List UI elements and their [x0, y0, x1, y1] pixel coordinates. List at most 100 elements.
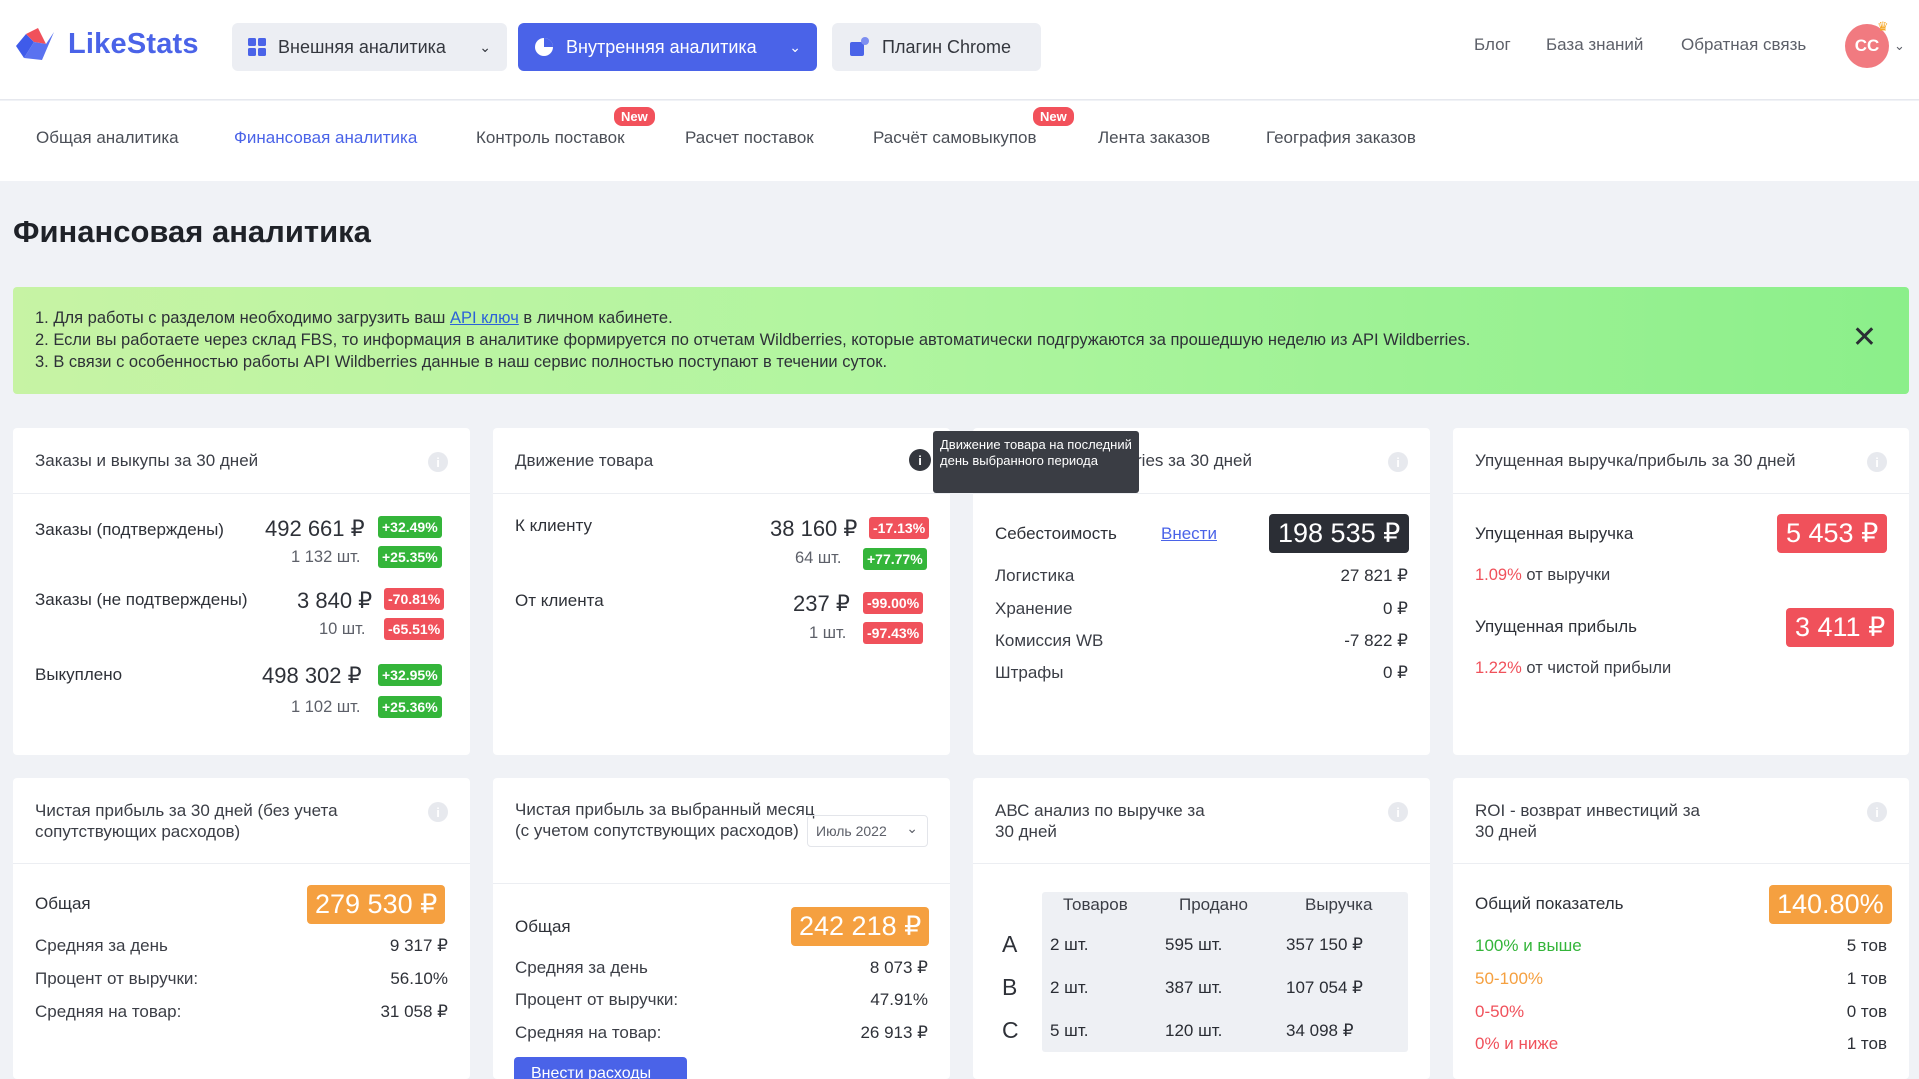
change-badge: -97.43% — [863, 622, 924, 644]
grid-icon — [248, 38, 266, 56]
pie-chart-icon — [535, 38, 553, 56]
info-icon[interactable]: i — [428, 452, 448, 472]
lost-revenue-pct: 1.09% — [1475, 566, 1522, 584]
page-title: Финансовая аналитика — [13, 214, 371, 249]
net-total-label: Общая — [35, 894, 91, 913]
chevron-down-icon[interactable]: ⌄ — [1894, 38, 1905, 54]
info-icon[interactable]: i — [909, 449, 931, 471]
crown-icon: ♛ — [1877, 19, 1889, 34]
net-total-value: 279 530 ₽ — [307, 885, 446, 924]
info-icon[interactable]: i — [1388, 802, 1408, 822]
banner-line-1: 1. Для работы с разделом необходимо загр… — [35, 307, 1887, 329]
from-client-amount: 237 ₽ — [793, 591, 850, 616]
pct-of-revenue-value: 56.10% — [390, 969, 448, 988]
storage-value: 0 ₽ — [1383, 599, 1408, 618]
card-title-text: ROI - возврат инвестиций за 30 дней — [1475, 801, 1700, 841]
month-total-value: 242 218 ₽ — [791, 907, 930, 946]
banner-line-3: 3. В связи с особенностью работы API Wil… — [35, 353, 888, 371]
chevron-down-icon: ⌄ — [789, 38, 801, 55]
api-key-link[interactable]: API ключ — [450, 309, 519, 327]
info-icon[interactable]: i — [1867, 802, 1887, 822]
banner-text: в личном кабинете. — [518, 309, 673, 327]
roi-50-100-label: 50-100% — [1475, 969, 1544, 988]
nav-chrome-plugin[interactable]: Плагин Chrome — [832, 23, 1041, 71]
info-icon[interactable]: i — [1388, 452, 1408, 472]
abc-header-revenue: Выручка — [1305, 895, 1373, 914]
change-badge: +25.35% — [378, 546, 442, 568]
nav-internal-analytics[interactable]: Внутренняя аналитика ⌄ — [518, 23, 817, 71]
roi-50-100-value: 1 тов — [1846, 969, 1887, 988]
cost-value: 198 535 ₽ — [1269, 514, 1410, 553]
avg-per-day-label: Средняя за день — [515, 958, 648, 977]
avg-per-day-label: Средняя за день — [35, 936, 168, 955]
card-title: АВС анализ по выручке за 30 дней i — [973, 778, 1430, 864]
change-badge: +77.77% — [863, 548, 927, 570]
cost-label: Себестоимость — [995, 524, 1117, 543]
change-badge: -99.00% — [863, 592, 924, 614]
avg-per-item-value: 31 058 ₽ — [380, 1002, 448, 1021]
close-icon[interactable]: ✕ — [1852, 323, 1877, 353]
logo[interactable]: LikeStats — [12, 24, 199, 64]
to-client-amount: 38 160 ₽ — [770, 516, 858, 541]
chevron-down-icon: ⌄ — [906, 820, 918, 836]
tab-general-analytics[interactable]: Общая аналитика — [36, 128, 179, 148]
lost-revenue-pct-text: от выручки — [1526, 566, 1611, 584]
avg-per-day-value: 8 073 ₽ — [869, 958, 928, 977]
orders-confirmed-qty: 1 132 шт. — [291, 548, 361, 566]
month-total-label: Общая — [515, 917, 571, 936]
month-select[interactable]: Июль 2022 ⌄ — [807, 815, 928, 847]
from-client-label: От клиента — [515, 591, 604, 610]
info-icon[interactable]: i — [1867, 452, 1887, 472]
card-title-text: Чистая прибыль за 30 дней (без учета соп… — [35, 801, 338, 841]
logistics-value: 27 821 ₽ — [1340, 566, 1408, 585]
abc-class-b: B — [1002, 974, 1018, 1000]
tab-self-purchase-calculation[interactable]: Расчёт самовыкупов — [873, 128, 1037, 148]
orders-confirmed-amount: 492 661 ₽ — [265, 516, 365, 541]
bought-amount: 498 302 ₽ — [262, 663, 362, 688]
avg-per-day-value: 9 317 ₽ — [389, 936, 448, 955]
nav-external-label: Внешняя аналитика — [278, 36, 446, 57]
tab-order-feed[interactable]: Лента заказов — [1098, 128, 1210, 148]
link-feedback[interactable]: Обратная связь — [1681, 35, 1806, 55]
commission-value: -7 822 ₽ — [1344, 631, 1408, 650]
orders-confirmed-label: Заказы (подтверждены) — [35, 520, 224, 539]
tab-financial-analytics[interactable]: Финансовая аналитика — [234, 128, 417, 148]
link-knowledge-base[interactable]: База знаний — [1546, 35, 1643, 55]
change-badge: +25.36% — [378, 696, 442, 718]
info-icon[interactable]: i — [428, 802, 448, 822]
lost-revenue-pct-line: 1.09% от выручки — [1475, 566, 1610, 585]
enter-cost-link[interactable]: Внести — [1161, 524, 1217, 544]
tab-supply-calculation[interactable]: Расчет поставок — [685, 128, 814, 148]
change-badge: -17.13% — [869, 517, 930, 539]
abc-header-sold: Продано — [1179, 895, 1248, 914]
lost-revenue-label: Упущенная выручка — [1475, 524, 1634, 543]
puzzle-icon — [850, 37, 869, 56]
enter-expenses-button[interactable]: Внести расходы — [514, 1057, 687, 1079]
new-badge: New — [614, 107, 655, 126]
lost-revenue-value: 5 453 ₽ — [1777, 514, 1888, 553]
roi-below-0-value: 1 тов — [1846, 1034, 1887, 1053]
movement-card: Движение товара К клиенту 38 160 ₽ -17.1… — [493, 428, 950, 755]
roi-total-value: 140.80% — [1769, 885, 1892, 924]
roi-0-50-value: 0 тов — [1846, 1002, 1887, 1021]
change-badge: +32.95% — [378, 664, 442, 686]
roi-100-label: 100% и выше — [1475, 936, 1582, 955]
card-title: Заказы и выкупы за 30 дней i — [13, 428, 470, 494]
roi-total-label: Общий показатель — [1475, 894, 1624, 913]
tab-supply-control[interactable]: Контроль поставок — [476, 128, 625, 148]
lost-profit-pct: 1.22% — [1475, 659, 1522, 677]
link-blog[interactable]: Блог — [1474, 35, 1511, 55]
card-title: ROI - возврат инвестиций за 30 дней i — [1453, 778, 1909, 864]
lost-profit-label: Упущенная прибыль — [1475, 617, 1638, 636]
commission-label: Комиссия WB — [995, 631, 1104, 650]
card-title-text: Движение товара — [515, 451, 654, 470]
orders-unconfirmed-label: Заказы (не подтверждены) — [35, 590, 248, 609]
bought-label: Выкуплено — [35, 665, 123, 684]
lost-revenue-card: Упущенная выручка/прибыль за 30 дней i Уп… — [1453, 428, 1909, 755]
nav-external-analytics[interactable]: Внешняя аналитика ⌄ — [232, 23, 507, 71]
abc-c-revenue: 34 098 ₽ — [1286, 1021, 1354, 1040]
tab-order-geography[interactable]: География заказов — [1266, 128, 1416, 148]
card-title-text: АВС анализ по выручке за 30 дней — [995, 801, 1205, 841]
roi-below-0-label: 0% и ниже — [1475, 1034, 1559, 1053]
abc-c-sold: 120 шт. — [1165, 1021, 1223, 1040]
